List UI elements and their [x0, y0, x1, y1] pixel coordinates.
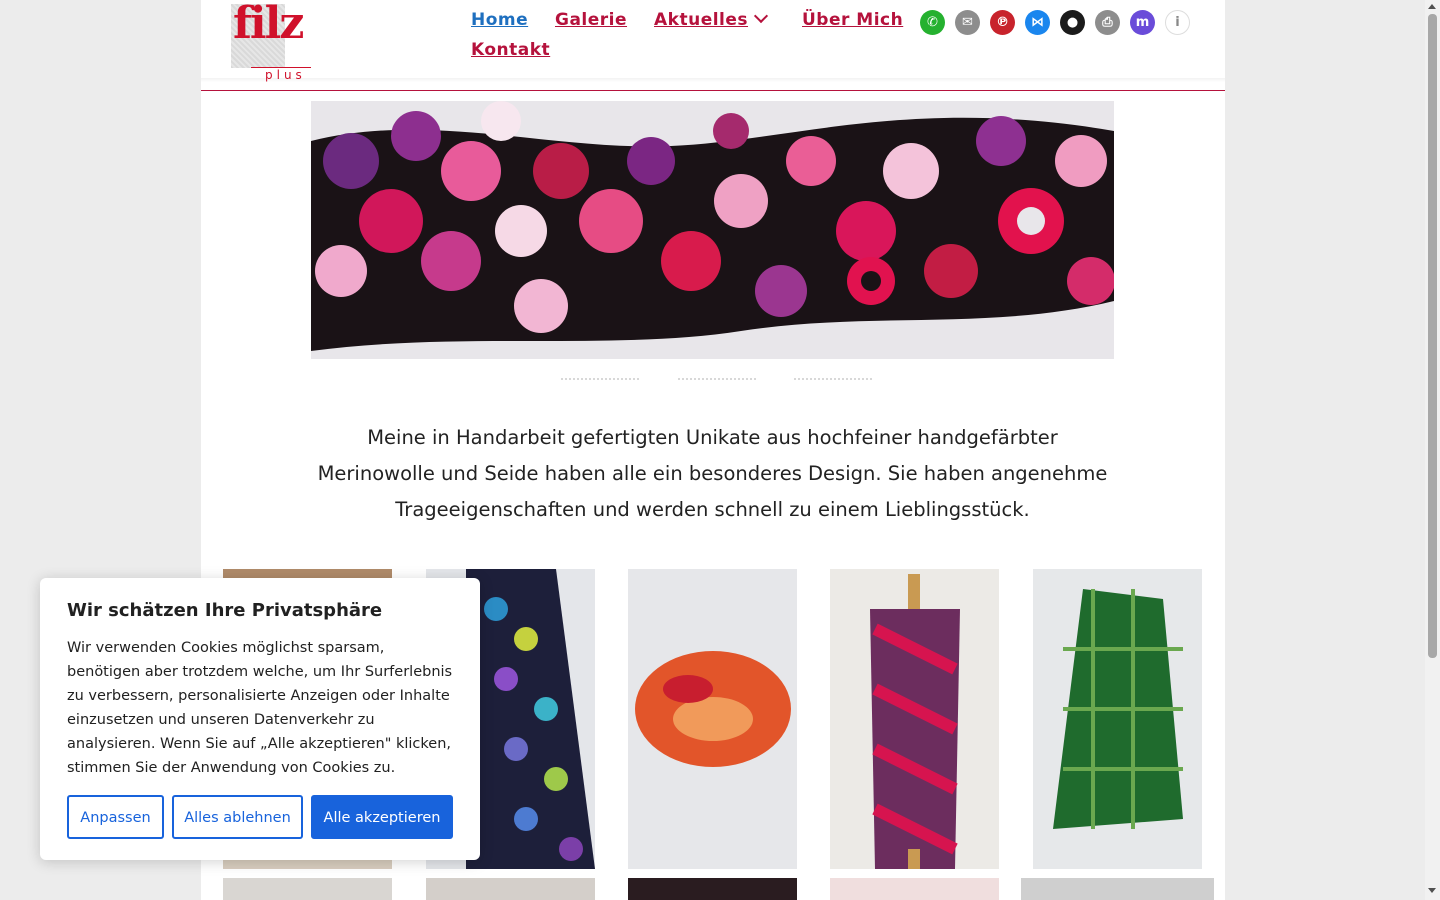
site-header: filz plus Home Galerie Aktuelles Über Mi… — [201, 0, 1225, 91]
gallery-item[interactable] — [1021, 878, 1214, 900]
nav-kontakt[interactable]: Kontakt — [471, 40, 550, 60]
site-logo[interactable]: filz plus — [231, 0, 313, 82]
scarf-thumbnail — [1033, 569, 1202, 869]
bluesky-icon[interactable]: ⋈ — [1025, 10, 1050, 35]
logo-text: filz — [233, 0, 304, 49]
scarf-thumbnail — [628, 569, 797, 869]
email-icon[interactable]: ✉ — [955, 10, 980, 35]
intro-text: Meine in Handarbeit gefertigten Unikate … — [317, 426, 1108, 521]
whatsapp-icon[interactable]: ✆ — [920, 10, 945, 35]
felt-scarf-image — [311, 101, 1114, 359]
scroll-down-icon[interactable] — [1428, 888, 1436, 893]
accept-all-button[interactable]: Alle akzeptieren — [311, 795, 453, 839]
cookie-text: Wir verwenden Cookies möglichst sparsam,… — [67, 640, 453, 776]
chevron-down-icon — [753, 8, 769, 24]
nav-aktuelles[interactable]: Aktuelles — [654, 8, 769, 30]
scarf-thumbnail — [830, 569, 999, 869]
gallery-item[interactable] — [628, 878, 797, 900]
customize-button[interactable]: Anpassen — [67, 795, 164, 839]
page-scrollbar[interactable] — [1425, 0, 1440, 900]
hero-slider-image[interactable] — [311, 101, 1114, 359]
nav-galerie[interactable]: Galerie — [555, 10, 627, 30]
nav-aktuelles-label: Aktuelles — [654, 10, 749, 30]
cookie-consent-banner: Wir schätzen Ihre Privatsphäre Wir verwe… — [40, 578, 480, 860]
header-shadow — [201, 78, 1225, 82]
info-icon[interactable]: i — [1165, 10, 1190, 35]
gallery-item[interactable] — [830, 878, 999, 900]
nav-ueber-mich[interactable]: Über Mich — [802, 10, 903, 30]
cookie-title: Wir schätzen Ihre Privatsphäre — [67, 600, 383, 621]
slider-indicator-2[interactable] — [678, 378, 756, 382]
print-icon[interactable]: ⎙ — [1095, 10, 1120, 35]
gallery-item[interactable] — [426, 878, 595, 900]
scroll-up-icon[interactable] — [1428, 4, 1436, 9]
reject-all-button[interactable]: Alles ablehnen — [172, 795, 303, 839]
pinterest-icon[interactable]: ℗ — [990, 10, 1015, 35]
logo-subtext: plus — [265, 68, 306, 82]
scroll-thumb[interactable] — [1428, 14, 1437, 658]
gallery-item[interactable] — [830, 569, 999, 869]
mastodon-icon[interactable]: m — [1130, 10, 1155, 35]
slider-indicator-3[interactable] — [794, 378, 872, 382]
gallery-item[interactable] — [628, 569, 797, 869]
threema-icon[interactable]: ● — [1060, 10, 1085, 35]
nav-home[interactable]: Home — [471, 10, 528, 30]
gallery-item[interactable] — [223, 878, 392, 900]
slider-indicator-1[interactable] — [561, 378, 639, 382]
gallery-item[interactable] — [1033, 569, 1202, 869]
